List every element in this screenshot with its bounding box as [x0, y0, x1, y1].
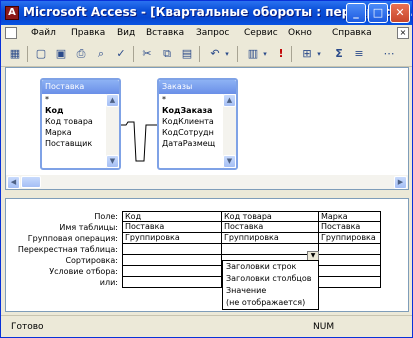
- build-icon[interactable]: ⋯: [381, 46, 397, 62]
- run-icon[interactable]: !: [273, 46, 289, 62]
- close-button[interactable]: ✕: [390, 3, 410, 23]
- dropdown-option[interactable]: (не отображается): [223, 297, 318, 309]
- minimize-button[interactable]: _: [346, 3, 366, 23]
- access-app-icon[interactable]: A: [5, 6, 19, 20]
- status-text: Готово: [11, 322, 44, 332]
- show-table-icon[interactable]: ⊞: [299, 46, 315, 62]
- undo-icon[interactable]: ↶: [207, 46, 223, 62]
- menu-view[interactable]: Вид: [117, 28, 135, 38]
- grid-cell[interactable]: Код товара: [222, 211, 319, 222]
- grid-cell[interactable]: Группировка: [122, 233, 222, 244]
- row-label-crosstab: Перекрестная таблица:: [17, 245, 118, 254]
- dropdown-option[interactable]: Заголовки строк: [223, 261, 318, 273]
- row-label-field: Поле:: [94, 212, 118, 221]
- doc-close-button[interactable]: ×: [397, 27, 409, 39]
- query-type-dropdown-icon[interactable]: ▾: [261, 46, 269, 62]
- grid-cell[interactable]: Поставка: [319, 222, 381, 233]
- menu-help[interactable]: Справка: [332, 28, 372, 38]
- grid-cell[interactable]: [122, 255, 222, 266]
- diagram-horizontal-scrollbar[interactable]: ◀ ▶: [6, 175, 408, 189]
- row-label-sort: Сортировка:: [65, 256, 118, 265]
- toolbar: ▦ ▢ ▣ ⎙ ⌕ ✓ ✂ ⧉ ▤ ↶ ▾ ▥ ▾ ! ⊞ ▾ Σ ≡ ⋯: [1, 42, 412, 67]
- table-diagram-pane: Поставка * Код Код товара Марка Поставщи…: [5, 67, 409, 190]
- grid-cell[interactable]: Группировка: [222, 233, 319, 244]
- toolbar-separator: [237, 46, 238, 62]
- grid-cell[interactable]: [122, 266, 222, 277]
- grid-cell[interactable]: [319, 277, 381, 288]
- dropdown-option[interactable]: Заголовки столбцов: [223, 273, 318, 285]
- cut-icon[interactable]: ✂: [139, 46, 155, 62]
- scroll-right-icon[interactable]: ▶: [394, 176, 407, 189]
- save-icon[interactable]: ▣: [53, 46, 69, 62]
- menu-bar: Файл Правка Вид Вставка Запрос Сервис Ок…: [1, 25, 412, 42]
- grid-cell[interactable]: [319, 244, 381, 255]
- toolbar-separator: [199, 46, 200, 62]
- menu-window[interactable]: Окно: [288, 28, 312, 38]
- grid-cell[interactable]: Поставка: [222, 222, 319, 233]
- grid-cell[interactable]: [222, 244, 319, 255]
- totals-icon[interactable]: Σ: [331, 46, 347, 62]
- menu-insert[interactable]: Вставка: [146, 28, 184, 38]
- toolbar-separator: [133, 46, 134, 62]
- print-preview-icon[interactable]: ⌕: [93, 46, 109, 62]
- grid-cell[interactable]: [319, 266, 381, 277]
- toolbar-separator: [291, 46, 292, 62]
- crosstab-dropdown-list: Заголовки строк Заголовки столбцов Значе…: [222, 260, 319, 310]
- grid-cell[interactable]: [319, 255, 381, 266]
- new-icon[interactable]: ▢: [33, 46, 49, 62]
- dropdown-option[interactable]: Значение: [223, 285, 318, 297]
- row-label-total: Групповая операция:: [27, 234, 118, 243]
- grid-cell[interactable]: Группировка: [319, 233, 381, 244]
- toolbar-separator: [27, 46, 28, 62]
- query-type-icon[interactable]: ▥: [245, 46, 261, 62]
- document-icon[interactable]: [5, 27, 17, 39]
- status-bar: Готово NUM: [1, 315, 412, 337]
- grid-cell[interactable]: Марка: [319, 211, 381, 222]
- grid-cell[interactable]: [122, 244, 222, 255]
- relationship-line[interactable]: [6, 68, 408, 173]
- print-icon[interactable]: ⎙: [73, 46, 89, 62]
- scroll-left-icon[interactable]: ◀: [7, 176, 20, 189]
- num-lock-indicator: NUM: [313, 322, 335, 332]
- properties-icon[interactable]: ≡: [351, 46, 367, 62]
- row-label-or: или:: [99, 278, 118, 287]
- title-bar: A Microsoft Access - [Квартальные оборот…: [1, 1, 412, 25]
- grid-cell[interactable]: [122, 277, 222, 288]
- undo-dropdown-icon[interactable]: ▾: [223, 46, 231, 62]
- grid-cell[interactable]: Поставка: [122, 222, 222, 233]
- show-table-dropdown-icon[interactable]: ▾: [315, 46, 323, 62]
- row-label-table: Имя таблицы:: [59, 223, 118, 232]
- scroll-thumb[interactable]: [21, 176, 41, 188]
- menu-edit[interactable]: Правка: [71, 28, 105, 38]
- menu-query[interactable]: Запрос: [196, 28, 229, 38]
- access-window: A Microsoft Access - [Квартальные оборот…: [0, 0, 413, 338]
- menu-file[interactable]: Файл: [31, 28, 56, 38]
- query-design-grid-pane: Поле: Имя таблицы: Групповая операция: П…: [5, 198, 409, 312]
- copy-icon[interactable]: ⧉: [159, 46, 175, 62]
- spelling-icon[interactable]: ✓: [113, 46, 129, 62]
- row-label-criteria: Условие отбора:: [49, 267, 118, 276]
- grid-cell[interactable]: Код: [122, 211, 222, 222]
- maximize-button[interactable]: □: [368, 3, 388, 23]
- menu-tools[interactable]: Сервис: [244, 28, 278, 38]
- paste-icon[interactable]: ▤: [179, 46, 195, 62]
- design-view-icon[interactable]: ▦: [7, 46, 23, 62]
